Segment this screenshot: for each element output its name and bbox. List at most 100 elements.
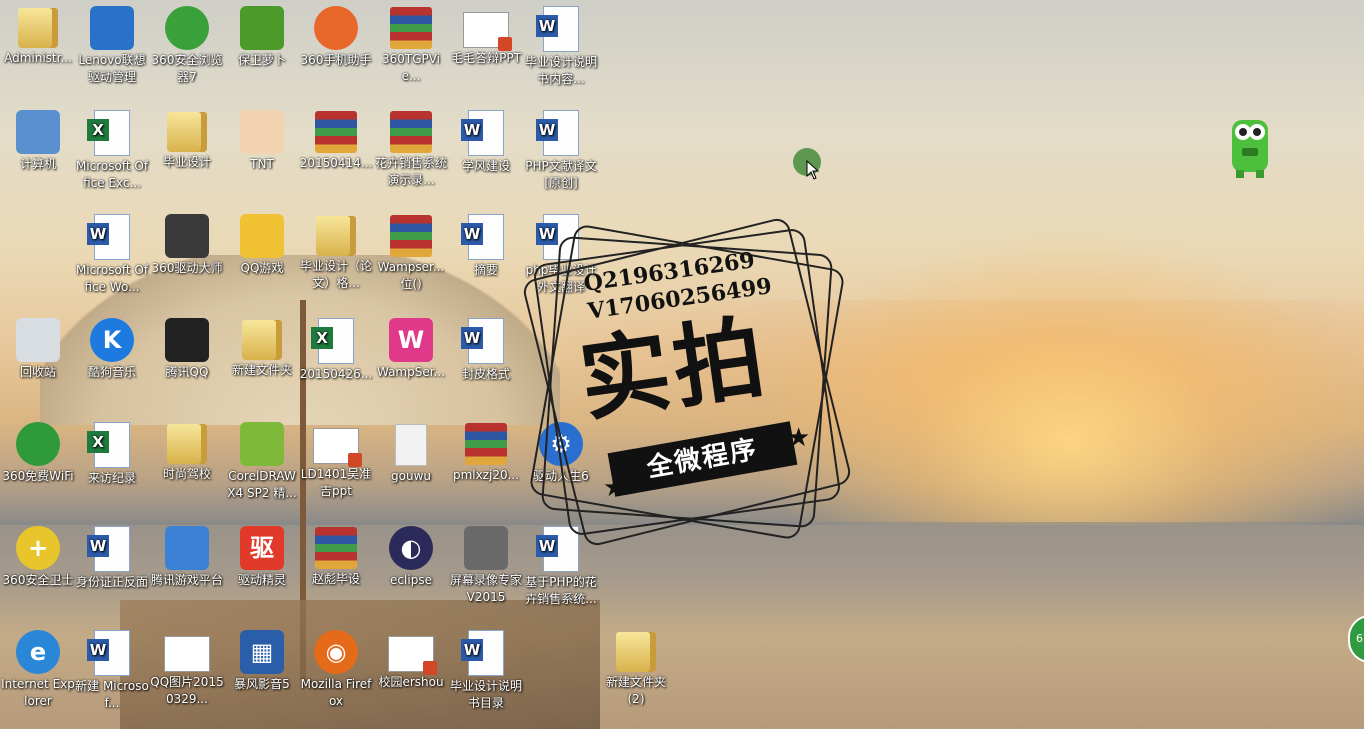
app-qqgame-icon (240, 214, 284, 258)
desktop-icon[interactable]: W 身份证正反面 (74, 524, 150, 591)
desktop-icon[interactable]: X 20150426... (298, 316, 374, 383)
desktop-icon[interactable]: 360TGPVie... (373, 4, 449, 85)
desktop-icon[interactable]: X Microsoft Office Exc... (74, 108, 150, 192)
app-360safe-icon: + (16, 526, 60, 570)
desktop-icon-label: QQ图片20150329... (150, 675, 224, 706)
desktop-icon[interactable]: W 新建 Microsof... (74, 628, 150, 712)
word-document-icon: W (536, 6, 579, 52)
watermark-stamp: Q2196316269 V17060256499 实拍 全微程序 ★ ★ (515, 215, 855, 555)
desktop-icon[interactable]: 360驱动大师 (149, 212, 225, 277)
desktop-icon-label: 学风建设 (461, 159, 510, 173)
desktop-icon[interactable]: Wampser...位() (373, 212, 449, 293)
desktop-icon[interactable]: 校园ershou (373, 628, 449, 691)
desktop-icon[interactable]: e Internet Explorer (0, 628, 76, 710)
desktop-icon[interactable]: 毛毛答辩PPT (448, 4, 524, 67)
desktop-icon[interactable]: 毕业设计 (149, 108, 225, 171)
app-ie-icon: e (16, 630, 60, 674)
app-recorder-icon (464, 526, 508, 570)
desktop-icon[interactable]: 回收站 (0, 316, 76, 381)
desktop-icon[interactable]: ▦ 暴风影音5 (224, 628, 300, 693)
desktop-icon-label: Wampser...位() (377, 260, 445, 291)
desktop-icon-label: Mozilla Firefox (300, 677, 372, 708)
desktop-icon-label: Administr... (4, 51, 72, 65)
desktop-icon[interactable]: W 封皮格式 (448, 316, 524, 383)
desktop-icon[interactable]: LD1401吴准吉ppt (298, 420, 374, 500)
desktop-icon-label: 计算机 (19, 157, 56, 171)
desktop-icon[interactable]: 毕业设计（论文）格... (298, 212, 374, 292)
desktop-pet-widget[interactable] (1226, 110, 1274, 180)
desktop-icon[interactable]: K 酷狗音乐 (74, 316, 150, 381)
desktop-icon[interactable]: 腾讯QQ (149, 316, 225, 381)
desktop-icon[interactable]: CorelDRAW X4 SP2 精... (224, 420, 300, 502)
desktop-icon[interactable]: 新建文件夹 (224, 316, 300, 379)
desktop-icon-label: gouwu (391, 469, 431, 483)
app-corel-icon (240, 422, 284, 466)
desktop-icon-label: QQ游戏 (240, 261, 284, 275)
desktop-icon[interactable]: W WampSer... (373, 316, 449, 381)
desktop-icon[interactable]: 计算机 (0, 108, 76, 173)
desktop-icon[interactable]: 20150414... (298, 108, 374, 172)
powerpoint-icon (463, 12, 512, 51)
desktop-icon[interactable]: 时尚驾校 (149, 420, 225, 483)
desktop-icon-label: 新建文件夹 (231, 363, 292, 377)
desktop-icon[interactable]: gouwu (373, 420, 449, 485)
desktop-icon[interactable]: 花卉销售系统演示录... (373, 108, 449, 189)
winrar-archive-icon (390, 111, 432, 153)
folder-icon (242, 320, 282, 360)
desktop-icon[interactable]: Lenovo联想驱动管理 (74, 4, 150, 86)
user-folder-icon (18, 8, 58, 48)
desktop-icon[interactable]: W 摘要 (448, 212, 524, 279)
star-icon: ★ (787, 423, 811, 453)
desktop-icon[interactable]: 360免费WiFi (0, 420, 76, 485)
desktop-icon[interactable]: W Microsoft Office Wo... (74, 212, 150, 296)
desktop-icon[interactable]: X 来访纪录 (74, 420, 150, 487)
word-document-icon: W (536, 110, 579, 156)
app-qq-icon (165, 318, 209, 362)
desktop-icon[interactable]: QQ图片20150329... (149, 628, 225, 708)
excel-badge-icon: X (311, 327, 333, 349)
desktop-icon-label: 赵彪毕设 (311, 572, 360, 586)
app-kugou-glyph-icon: K (102, 326, 122, 354)
desktop-icon[interactable]: 保卫萝卜 (224, 4, 300, 69)
desktop-icon[interactable]: +360安全卫士 (0, 524, 76, 589)
desktop-icon[interactable]: W 毕业设计说明书目录 (448, 628, 524, 712)
desktop-icon[interactable]: 屏幕录像专家V2015 (448, 524, 524, 606)
image-file-icon (164, 636, 210, 672)
app-storm-glyph-icon: ▦ (250, 638, 274, 666)
winrar-archive-icon (315, 527, 357, 569)
app-qdjl-glyph-icon: 驱 (250, 534, 274, 562)
desktop-icon-label: 摘要 (473, 263, 498, 277)
folder-icon (616, 632, 656, 672)
desktop-icon[interactable]: 驱驱动精灵 (224, 524, 300, 589)
app-firefox-icon: ◉ (314, 630, 358, 674)
desktop-icon[interactable]: TNT (224, 108, 300, 173)
ppt-badge-icon (348, 453, 362, 467)
desktop-icon-label: CorelDRAW X4 SP2 精... (227, 469, 297, 500)
desktop-icon-label: 新建 Microsof... (75, 679, 149, 710)
app-wamp-glyph-icon: W (397, 326, 425, 354)
word-badge-icon: W (87, 639, 109, 661)
word-badge-icon: W (536, 119, 558, 141)
desktop-icon[interactable]: 腾讯游戏平台 (149, 524, 225, 589)
desktop-icon[interactable]: 新建文件夹 (2) (598, 628, 674, 708)
app-tnt-icon (240, 110, 284, 154)
desktop-icon[interactable]: ◉ Mozilla Firefox (298, 628, 374, 710)
desktop-icon[interactable]: Administr... (0, 4, 76, 67)
desktop-icon[interactable]: pmlxzj20... (448, 420, 524, 484)
app-qdjl-icon: 驱 (240, 526, 284, 570)
desktop-icon[interactable]: QQ游戏 (224, 212, 300, 277)
desktop-icon[interactable]: 赵彪毕设 (298, 524, 374, 588)
desktop-icon-label: 保卫萝卜 (237, 53, 286, 67)
desktop-icon[interactable]: W 学风建设 (448, 108, 524, 175)
desktop-icon[interactable]: W PHP文献译文[原创] (523, 108, 599, 192)
desktop-icon-label: 暴风影音5 (234, 677, 290, 691)
desktop-icon-label: 360安全浏览器7 (151, 53, 223, 84)
desktop-icon-label: WampSer... (376, 365, 446, 379)
desktop-icon[interactable]: W 毕业设计说明书内容... (523, 4, 599, 88)
desktop-icon[interactable]: 360手机助手 (298, 4, 374, 69)
desktop-icon[interactable]: ◐ eclipse (373, 524, 449, 589)
desktop-icon-label: 封皮格式 (461, 367, 510, 381)
desktop-icon[interactable]: 360安全浏览器7 (149, 4, 225, 86)
desktop-icon-label: 基于PHP的花卉销售系统... (525, 575, 597, 606)
word-badge-icon: W (87, 535, 109, 557)
